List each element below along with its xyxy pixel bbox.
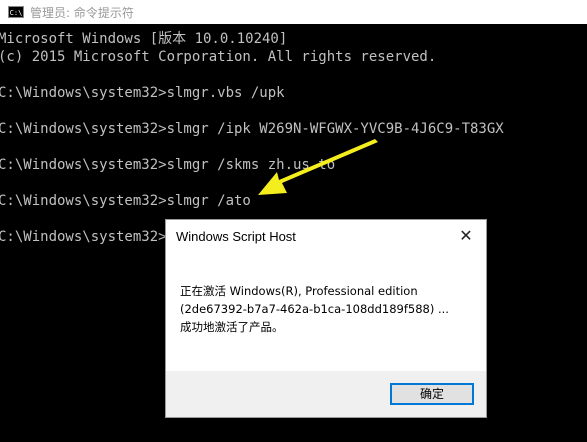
console-line: C:\Windows\system32>slmgr /skms zh.us.to <box>0 157 336 173</box>
close-icon[interactable]: ✕ <box>452 223 480 249</box>
ok-button[interactable]: 确定 <box>390 383 474 405</box>
console-line: (c) 2015 Microsoft Corporation. All righ… <box>0 49 437 65</box>
console-line: C:\Windows\system32>slmgr /ato <box>0 193 251 209</box>
console-prompt: C:\Windows\system32> <box>0 229 167 245</box>
message-line: 正在激活 Windows(R), Professional edition <box>180 284 418 298</box>
dialog-footer: 确定 <box>166 371 486 417</box>
command-prompt-window: C:\ 管理员: 命令提示符 Microsoft Windows [版本 10.… <box>0 0 587 442</box>
message-line: (2de67392-b7a7-462a-b1ca-108dd189f588) .… <box>180 302 449 316</box>
console-line: Microsoft Windows [版本 10.0.10240] <box>0 31 288 47</box>
title-bar[interactable]: C:\ 管理员: 命令提示符 <box>0 0 587 24</box>
dialog-title: Windows Script Host <box>176 229 296 244</box>
console-line: C:\Windows\system32>slmgr.vbs /upk <box>0 85 285 101</box>
message-line: 成功地激活了产品。 <box>180 320 284 334</box>
script-host-dialog: Windows Script Host ✕ 正在激活 Windows(R), P… <box>165 219 487 418</box>
window-title: 管理员: 命令提示符 <box>30 5 134 20</box>
console-icon: C:\ <box>8 6 24 18</box>
console-line: C:\Windows\system32>slmgr /ipk W269N-WFG… <box>0 121 504 137</box>
dialog-message: 正在激活 Windows(R), Professional edition (2… <box>180 282 475 336</box>
